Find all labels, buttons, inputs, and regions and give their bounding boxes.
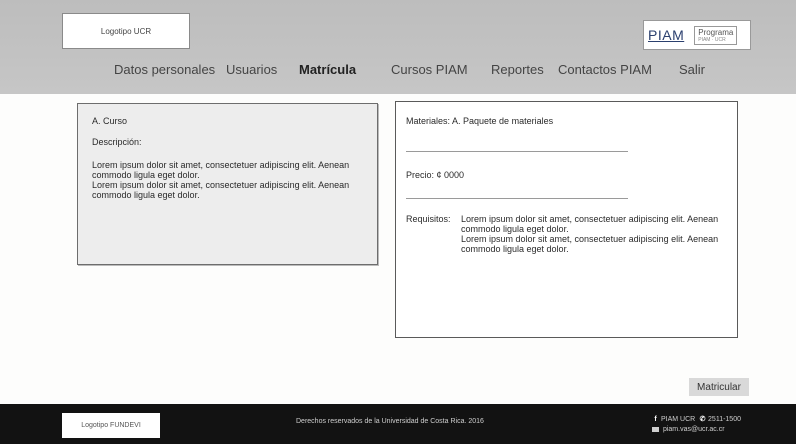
- ucr-logo-text: Logotipo UCR: [100, 26, 152, 36]
- enroll-button[interactable]: Matricular: [689, 378, 749, 396]
- main-nav: Datos personales Usuarios Matrícula Curs…: [0, 58, 796, 84]
- phone-number: 2511-1500: [708, 416, 741, 423]
- nav-salir[interactable]: Salir: [679, 62, 705, 77]
- requirements-text: Lorem ipsum dolor sit amet, consectetuer…: [461, 214, 731, 254]
- nav-usuarios[interactable]: Usuarios: [226, 62, 277, 77]
- facebook-link[interactable]: PIAM UCR: [661, 416, 695, 423]
- divider: [406, 151, 628, 152]
- programa-badge: Programa PIAM · UCR: [694, 25, 738, 45]
- facebook-icon[interactable]: f: [652, 415, 659, 425]
- email-link[interactable]: piam.vas@ucr.ac.cr: [663, 426, 725, 433]
- course-panel: A. Curso Descripción: Lorem ipsum dolor …: [77, 103, 378, 265]
- course-title: A. Curso: [92, 116, 128, 126]
- programa-label: Programa: [698, 27, 734, 37]
- programa-sublabel: PIAM · UCR: [698, 36, 726, 43]
- requirements-label: Requisitos:: [406, 214, 451, 224]
- phone-icon: ✆: [699, 416, 706, 423]
- requirements-paragraph: Lorem ipsum dolor sit amet, consectetuer…: [461, 214, 719, 234]
- nav-contactos-piam[interactable]: Contactos PIAM: [558, 62, 652, 77]
- header-bar: Logotipo UCR PIAM Programa PIAM · UCR Da…: [0, 0, 796, 94]
- footer-bar: Logotipo FUNDEVI Derechos reservados de …: [0, 404, 796, 444]
- divider: [406, 198, 628, 199]
- price-label: Precio: ¢ 0000: [406, 170, 465, 180]
- course-description-paragraph: Lorem ipsum dolor sit amet, consectetuer…: [92, 160, 350, 180]
- course-description-paragraph: Lorem ipsum dolor sit amet, consectetuer…: [92, 180, 350, 200]
- piam-logo[interactable]: PIAM Programa PIAM · UCR: [643, 20, 751, 50]
- ucr-logo[interactable]: Logotipo UCR: [62, 13, 190, 49]
- materials-label: Materiales: A. Paquete de materiales: [406, 116, 554, 126]
- footer-contact: f PIAM UCR ✆ 2511-1500 piam.vas@ucr.ac.c…: [652, 415, 741, 435]
- nav-matricula[interactable]: Matrícula: [299, 62, 356, 77]
- nav-datos-personales[interactable]: Datos personales: [114, 62, 215, 77]
- requirements-paragraph: Lorem ipsum dolor sit amet, consectetuer…: [461, 234, 719, 254]
- piam-logo-text: PIAM: [648, 27, 685, 43]
- course-details-panel: Materiales: A. Paquete de materiales Pre…: [395, 101, 738, 338]
- course-description-label: Descripción:: [92, 137, 142, 147]
- mail-icon: [652, 426, 659, 432]
- course-description: Lorem ipsum dolor sit amet, consectetuer…: [92, 160, 377, 200]
- nav-cursos-piam[interactable]: Cursos PIAM: [391, 62, 468, 77]
- fundevi-logo[interactable]: Logotipo FUNDEVI: [62, 413, 160, 438]
- fundevi-logo-text: Logotipo FUNDEVI: [81, 422, 141, 429]
- copyright-text: Derechos reservados de la Universidad de…: [296, 418, 484, 425]
- nav-reportes[interactable]: Reportes: [491, 62, 544, 77]
